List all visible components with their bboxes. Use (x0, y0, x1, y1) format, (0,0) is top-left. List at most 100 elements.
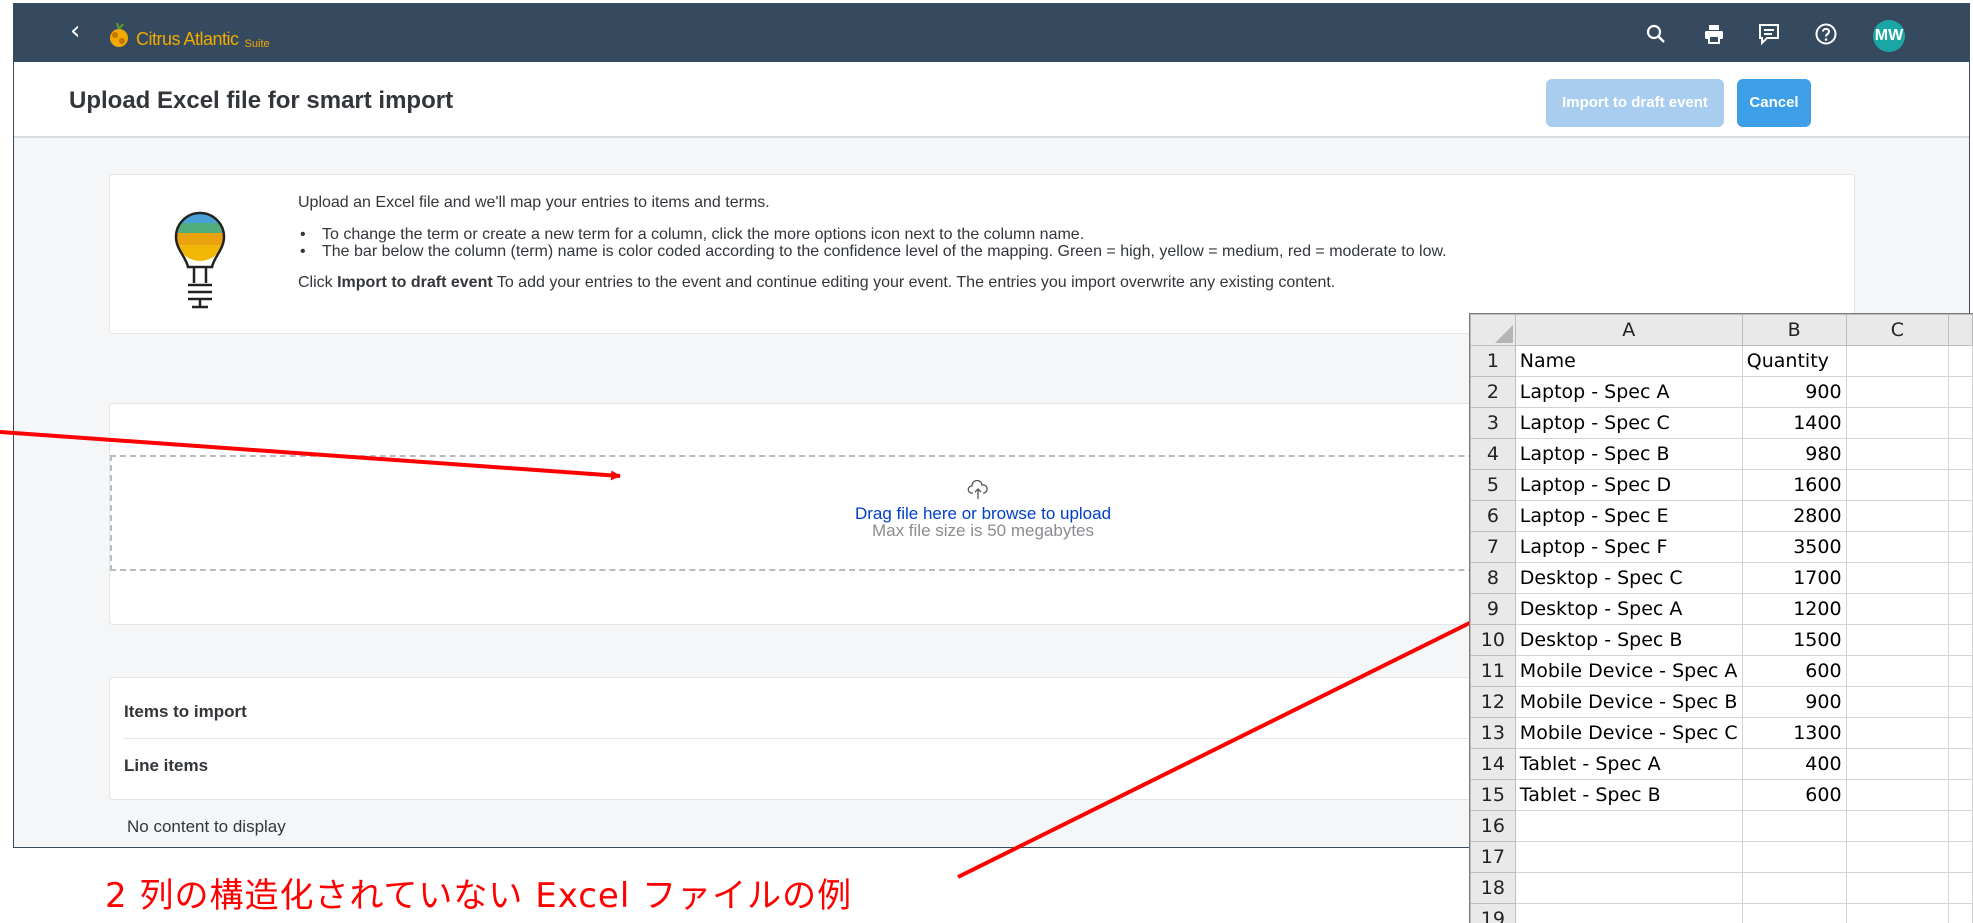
cell-empty[interactable] (1845, 841, 1950, 873)
cell-empty[interactable] (1948, 500, 1973, 532)
cell-quantity[interactable]: 600 (1741, 655, 1847, 687)
row-number[interactable]: 2 (1470, 376, 1516, 408)
cell-empty[interactable] (1845, 438, 1950, 470)
cell-empty[interactable] (1948, 593, 1973, 625)
cell-name[interactable] (1514, 872, 1743, 904)
cell-name[interactable]: Tablet - Spec A (1514, 748, 1743, 780)
cell-name[interactable]: Laptop - Spec E (1514, 500, 1743, 532)
cell-quantity[interactable]: 1200 (1741, 593, 1847, 625)
row-number[interactable]: 16 (1470, 810, 1516, 842)
cell-empty[interactable] (1845, 624, 1950, 656)
cell-name[interactable]: Mobile Device - Spec C (1514, 717, 1743, 749)
row-number[interactable]: 4 (1470, 438, 1516, 470)
cell-quantity[interactable]: 980 (1741, 438, 1847, 470)
row-number[interactable]: 7 (1470, 531, 1516, 563)
cell-name[interactable]: Desktop - Spec C (1514, 562, 1743, 594)
column-header[interactable] (1948, 314, 1973, 346)
cell-empty[interactable] (1845, 593, 1950, 625)
row-number[interactable]: 12 (1470, 686, 1516, 718)
row-number[interactable]: 3 (1470, 407, 1516, 439)
cell-name[interactable]: Mobile Device - Spec B (1514, 686, 1743, 718)
cell-empty[interactable] (1845, 717, 1950, 749)
row-number[interactable]: 15 (1470, 779, 1516, 811)
cell-empty[interactable] (1845, 562, 1950, 594)
cell-empty[interactable] (1845, 407, 1950, 439)
column-header[interactable]: B (1741, 314, 1847, 346)
cell-quantity[interactable]: 400 (1741, 748, 1847, 780)
cell-quantity[interactable]: 2800 (1741, 500, 1847, 532)
cell-quantity[interactable]: 600 (1741, 779, 1847, 811)
cell-quantity[interactable]: 3500 (1741, 531, 1847, 563)
cell-quantity[interactable]: 900 (1741, 686, 1847, 718)
row-number[interactable]: 9 (1470, 593, 1516, 625)
cell-name[interactable]: Laptop - Spec C (1514, 407, 1743, 439)
cell-empty[interactable] (1845, 903, 1950, 923)
cell-empty[interactable] (1845, 345, 1950, 377)
cell-empty[interactable] (1948, 562, 1973, 594)
row-number[interactable]: 10 (1470, 624, 1516, 656)
cell-empty[interactable] (1948, 748, 1973, 780)
cell-empty[interactable] (1948, 717, 1973, 749)
cell-empty[interactable] (1845, 500, 1950, 532)
row-number[interactable]: 5 (1470, 469, 1516, 501)
cell-name[interactable]: Desktop - Spec B (1514, 624, 1743, 656)
cell-empty[interactable] (1948, 407, 1973, 439)
cell-quantity[interactable]: 1400 (1741, 407, 1847, 439)
cell-empty[interactable] (1948, 841, 1973, 873)
cell-empty[interactable] (1948, 376, 1973, 408)
row-number[interactable]: 14 (1470, 748, 1516, 780)
cell-quantity[interactable]: 1300 (1741, 717, 1847, 749)
cell-quantity[interactable]: 900 (1741, 376, 1847, 408)
row-number[interactable]: 1 (1470, 345, 1516, 377)
cell-empty[interactable] (1948, 469, 1973, 501)
cell-empty[interactable] (1948, 779, 1973, 811)
cell-quantity[interactable]: Quantity (1741, 345, 1847, 377)
cell-name[interactable] (1514, 810, 1743, 842)
cell-name[interactable] (1514, 903, 1743, 923)
cell-empty[interactable] (1845, 748, 1950, 780)
row-number[interactable]: 19 (1470, 903, 1516, 923)
cell-empty[interactable] (1948, 810, 1973, 842)
row-number[interactable]: 6 (1470, 500, 1516, 532)
cell-empty[interactable] (1948, 872, 1973, 904)
cell-empty[interactable] (1948, 686, 1973, 718)
cell-empty[interactable] (1845, 376, 1950, 408)
cell-empty[interactable] (1948, 531, 1973, 563)
cell-empty[interactable] (1845, 469, 1950, 501)
cell-empty[interactable] (1948, 903, 1973, 923)
cell-empty[interactable] (1845, 655, 1950, 687)
cell-empty[interactable] (1948, 345, 1973, 377)
cell-quantity[interactable] (1741, 872, 1847, 904)
cell-name[interactable]: Desktop - Spec A (1514, 593, 1743, 625)
cell-quantity[interactable]: 1500 (1741, 624, 1847, 656)
cell-name[interactable]: Laptop - Spec D (1514, 469, 1743, 501)
row-number[interactable]: 13 (1470, 717, 1516, 749)
select-all-corner[interactable] (1470, 314, 1516, 346)
cell-name[interactable] (1514, 841, 1743, 873)
cell-empty[interactable] (1845, 872, 1950, 904)
row-number[interactable]: 11 (1470, 655, 1516, 687)
cell-quantity[interactable]: 1700 (1741, 562, 1847, 594)
cell-quantity[interactable]: 1600 (1741, 469, 1847, 501)
cell-name[interactable]: Tablet - Spec B (1514, 779, 1743, 811)
cell-quantity[interactable] (1741, 810, 1847, 842)
row-number[interactable]: 17 (1470, 841, 1516, 873)
cell-empty[interactable] (1948, 624, 1973, 656)
column-header[interactable]: A (1514, 314, 1743, 346)
cell-quantity[interactable] (1741, 841, 1847, 873)
cell-empty[interactable] (1845, 779, 1950, 811)
cell-empty[interactable] (1845, 686, 1950, 718)
column-header[interactable]: C (1845, 314, 1950, 346)
row-number[interactable]: 8 (1470, 562, 1516, 594)
cell-empty[interactable] (1845, 531, 1950, 563)
cell-quantity[interactable] (1741, 903, 1847, 923)
cell-empty[interactable] (1948, 438, 1973, 470)
cell-name[interactable]: Laptop - Spec B (1514, 438, 1743, 470)
cell-name[interactable]: Laptop - Spec F (1514, 531, 1743, 563)
cell-empty[interactable] (1845, 810, 1950, 842)
cell-name[interactable]: Name (1514, 345, 1743, 377)
row-number[interactable]: 18 (1470, 872, 1516, 904)
cell-name[interactable]: Laptop - Spec A (1514, 376, 1743, 408)
cell-name[interactable]: Mobile Device - Spec A (1514, 655, 1743, 687)
cell-empty[interactable] (1948, 655, 1973, 687)
